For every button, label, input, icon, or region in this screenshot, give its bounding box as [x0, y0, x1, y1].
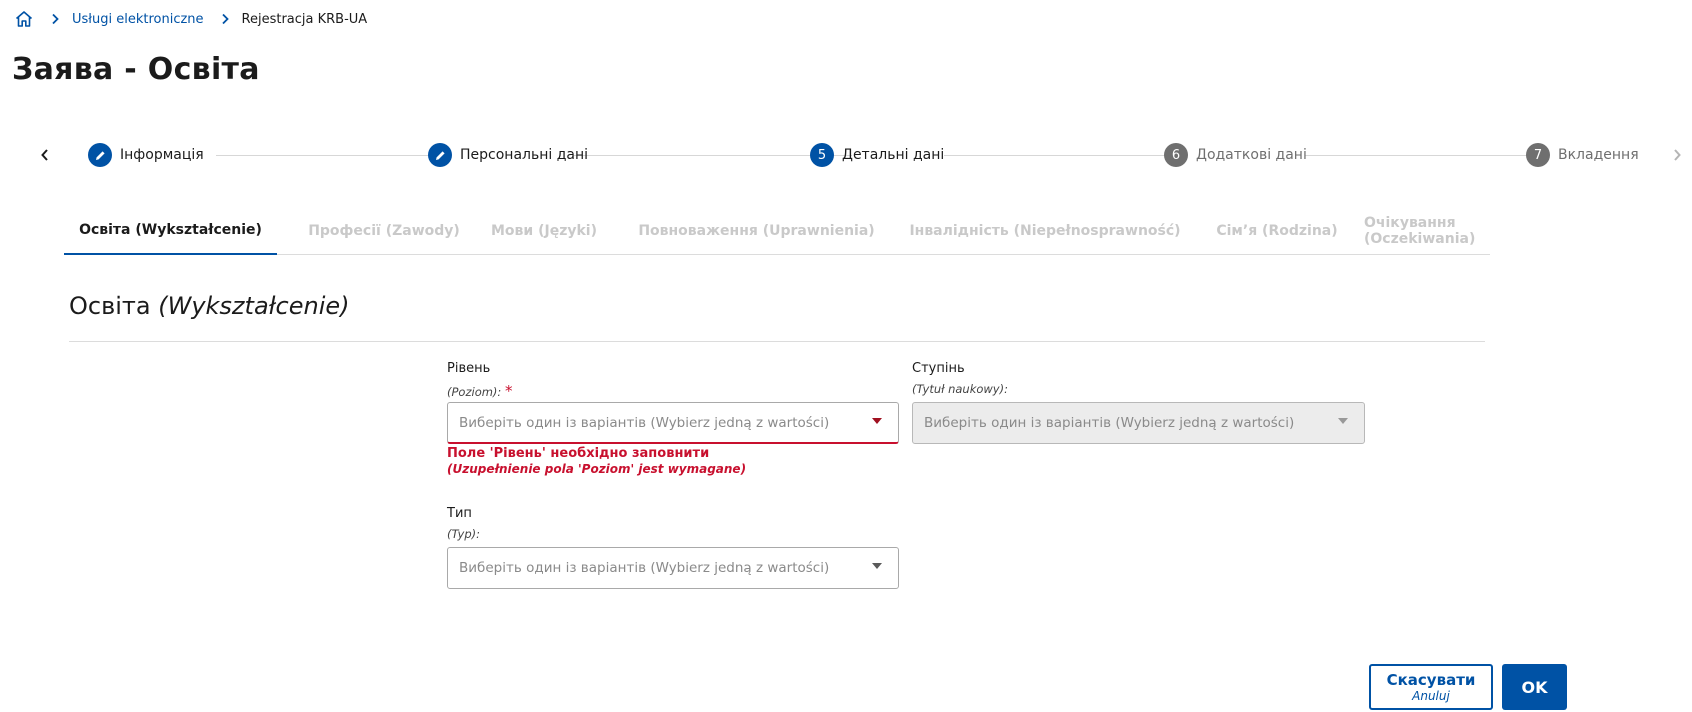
type-sublabel: (Typ):: [447, 527, 480, 541]
step-number: 7: [1526, 143, 1550, 167]
degree-select[interactable]: Виберіть один із варіантів (Wybierz jedn…: [912, 402, 1365, 444]
step-connector: [1305, 155, 1545, 156]
section-tabs: Освіта (Wykształcenie) Професії (Zawody)…: [64, 213, 1490, 255]
ok-button[interactable]: OK: [1502, 664, 1567, 710]
tab-languages[interactable]: Мови (Języki): [484, 213, 604, 255]
tab-expectations[interactable]: Очікування (Oczekiwania): [1364, 213, 1484, 255]
degree-label: Ступінь: [912, 361, 965, 376]
cancel-button-label: Скасувати: [1386, 671, 1476, 689]
tab-education[interactable]: Освіта (Wykształcenie): [64, 213, 277, 255]
home-icon[interactable]: [14, 9, 34, 29]
degree-sublabel: (Tytuł naukowy):: [912, 382, 1008, 396]
chevron-left-icon[interactable]: [35, 145, 55, 165]
chevron-right-icon: [44, 9, 66, 29]
level-error-sub: (Uzupełnienie pola 'Poziom' jest wymagan…: [447, 462, 747, 476]
section-title: Освіта (Wykształcenie): [69, 292, 350, 320]
step-attachments[interactable]: 7 Вкладення: [1526, 142, 1639, 168]
page-title: Заява - Освіта: [12, 52, 260, 87]
cancel-button[interactable]: Скасувати Anuluj: [1369, 664, 1493, 710]
step-number: 6: [1164, 143, 1188, 167]
step-connector: [944, 155, 1170, 156]
step-additional-data[interactable]: 6 Додаткові дані: [1164, 142, 1307, 168]
type-placeholder: Виберіть один із варіантів (Wybierz jedn…: [459, 560, 830, 576]
breadcrumb-current: Rejestracja KRB-UA: [241, 11, 368, 27]
required-mark: *: [504, 382, 513, 400]
step-label: Детальні дані: [842, 147, 945, 163]
type-select[interactable]: Виберіть один із варіантів (Wybierz jedn…: [447, 547, 899, 589]
caret-down-icon: [1338, 418, 1348, 424]
edit-icon: [428, 143, 452, 167]
breadcrumb-link-services[interactable]: Usługi elektroniczne: [72, 12, 204, 27]
cancel-button-sublabel: Anuluj: [1412, 689, 1450, 703]
tab-disability[interactable]: Інвалідність (Niepełnosprawność): [902, 213, 1188, 255]
caret-down-icon: [872, 563, 882, 569]
step-label: Персональні дані: [460, 147, 589, 163]
breadcrumb: Usługi elektroniczne Rejestracja KRB-UA: [14, 9, 367, 29]
step-information[interactable]: Інформація: [88, 142, 204, 168]
step-label: Додаткові дані: [1196, 147, 1307, 163]
section-title-pl: (Wykształcenie): [158, 292, 350, 320]
chevron-right-icon[interactable]: [1667, 145, 1687, 165]
edit-icon: [88, 143, 112, 167]
caret-down-icon: [872, 418, 882, 424]
degree-placeholder: Виберіть один із варіантів (Wybierz jedn…: [924, 415, 1295, 431]
step-label: Інформація: [120, 147, 204, 163]
step-detailed-data[interactable]: 5 Детальні дані: [810, 142, 944, 168]
step-number: 5: [810, 143, 834, 167]
tab-family[interactable]: Сім’я (Rodzina): [1204, 213, 1350, 255]
level-sublabel: (Poziom): *: [447, 382, 513, 400]
type-label: Тип: [447, 506, 472, 521]
chevron-right-icon: [214, 9, 236, 29]
step-connector: [216, 155, 446, 156]
step-label: Вкладення: [1558, 147, 1639, 163]
level-select[interactable]: Виберіть один із варіантів (Wybierz jedn…: [447, 402, 899, 444]
section-divider: [69, 341, 1485, 342]
step-personal-data[interactable]: Персональні дані: [428, 142, 588, 168]
stepper: Інформація Персональні дані 5 Детальні д…: [30, 142, 1681, 168]
tab-permissions[interactable]: Повноваження (Uprawnienia): [634, 213, 879, 255]
tab-professions[interactable]: Професії (Zawody): [294, 213, 474, 255]
level-placeholder: Виберіть один із варіантів (Wybierz jedn…: [459, 414, 830, 431]
section-title-uk: Освіта: [69, 292, 151, 320]
level-label: Рівень: [447, 361, 491, 376]
level-error: Поле 'Рівень' необхідно заповнити: [447, 446, 710, 461]
